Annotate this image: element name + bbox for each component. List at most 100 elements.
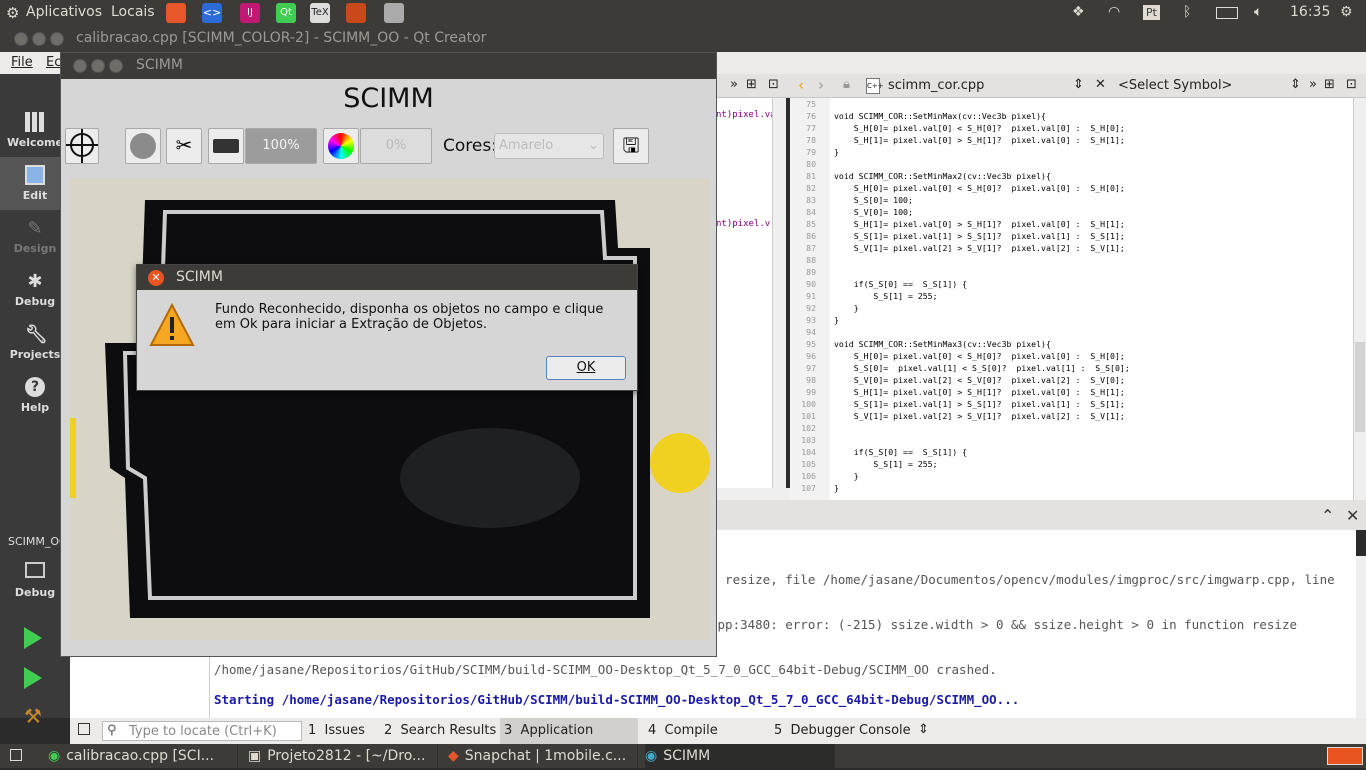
bluetooth-icon[interactable]: ᛒ xyxy=(1183,4,1191,20)
code-snippet: nt)pixel.va xyxy=(716,110,776,120)
combo-arrow-icon[interactable]: ⇕ xyxy=(1290,77,1301,92)
output-scrollbar[interactable] xyxy=(1356,556,1366,718)
document-icon xyxy=(25,165,45,185)
workspace-switcher[interactable] xyxy=(1327,747,1363,765)
circle-icon xyxy=(130,133,156,159)
symbol-combo[interactable]: <Select Symbol> xyxy=(1118,78,1232,93)
tab-debugger-console[interactable]: 5 Debugger Console xyxy=(766,718,916,744)
chevron-right-icon[interactable]: » xyxy=(730,77,738,92)
debug-run-icon[interactable] xyxy=(24,667,42,689)
ubuntu-logo-icon[interactable]: ⚙ xyxy=(6,4,19,22)
menu-file[interactable]: File xyxy=(11,55,33,70)
clock[interactable]: 16:35 xyxy=(1290,4,1330,20)
show-desktop-icon[interactable] xyxy=(10,749,22,761)
task-item-qtcreator[interactable]: ◉ calibracao.cpp [SCI... xyxy=(48,744,238,768)
tab-application-output[interactable]: 3 Application Output xyxy=(500,718,638,764)
forward-icon[interactable]: › xyxy=(818,76,824,94)
back-icon[interactable]: ‹ xyxy=(798,76,804,94)
line-number: 96 xyxy=(806,351,816,361)
line-number: 106 xyxy=(801,471,816,481)
code-line: S_S[1]= pixel.val[1] > S_S[1]? pixel.val… xyxy=(834,231,1125,241)
battery-icon[interactable] xyxy=(1216,7,1238,19)
tools-button[interactable]: ✂ xyxy=(166,128,202,164)
close-split-icon[interactable]: ⊡ xyxy=(768,77,779,92)
close-pane-icon[interactable]: ✕ xyxy=(1346,506,1359,525)
wrench-icon: 🔧︎ xyxy=(25,324,48,345)
scrollbar-thumb[interactable] xyxy=(1355,342,1365,432)
colors-select[interactable]: Amarelo ⌄ xyxy=(494,133,604,159)
maximize-icon[interactable] xyxy=(109,59,123,73)
ok-button[interactable]: OK xyxy=(546,356,626,380)
open-file-combo[interactable]: scimm_cor.cpp xyxy=(888,78,984,93)
line-number: 84 xyxy=(806,207,816,217)
tab-compile-output[interactable]: 4 Compile Output xyxy=(640,718,762,764)
intellij-launcher-icon[interactable]: IJ xyxy=(240,3,260,23)
minimize-icon[interactable] xyxy=(32,32,46,46)
qt-launcher-icon[interactable]: Qt xyxy=(276,3,296,23)
tab-issues[interactable]: 1 Issues xyxy=(308,718,378,744)
run-icon[interactable] xyxy=(24,627,42,649)
grid-icon xyxy=(25,112,45,132)
places-menu[interactable]: Locais xyxy=(111,4,155,20)
close-icon[interactable]: ✕ xyxy=(148,270,164,286)
close-icon[interactable] xyxy=(14,32,28,46)
kit-label[interactable]: SCIMM_OO xyxy=(8,535,68,548)
lock-icon: 🔒︎ xyxy=(843,77,850,92)
line-number: 93 xyxy=(806,315,816,325)
toggle-sidebar-icon[interactable] xyxy=(78,723,90,735)
wifi-icon[interactable]: ◠ xyxy=(1108,4,1120,20)
apps-menu[interactable]: Aplicativos xyxy=(26,4,102,20)
crosshair-icon-line xyxy=(81,129,83,163)
code-line: S_V[0]= 100; xyxy=(834,207,913,217)
close-icon[interactable] xyxy=(73,59,87,73)
code-line: S_H[0]= pixel.val[0] < S_H[0]? pixel.val… xyxy=(834,123,1125,133)
locator-input[interactable]: ⚲ Type to locate (Ctrl+K) xyxy=(102,721,302,741)
line-number: 89 xyxy=(806,267,816,277)
bug-icon: ✱ xyxy=(27,271,43,292)
color-wheel-button[interactable] xyxy=(323,128,359,164)
task-item-scimm[interactable]: ◉ SCIMM xyxy=(645,744,835,768)
field-button[interactable] xyxy=(208,128,244,164)
combo-arrow-icon[interactable]: ⇕ xyxy=(1073,77,1084,92)
code-editor[interactable]: void SCIMM_COR::SetMinMax(cv::Vec3b pixe… xyxy=(830,98,1353,500)
left-split-hscrollbar[interactable] xyxy=(716,488,790,500)
task-item-brave[interactable]: ◆ Snapchat | 1mobile.c... xyxy=(448,744,638,768)
code-line: void SCIMM_COR::SetMinMax3(cv::Vec3b pix… xyxy=(834,339,1051,349)
crosshair-button[interactable] xyxy=(65,128,99,164)
screenshot-launcher-icon[interactable] xyxy=(384,3,404,23)
more-tabs-icon[interactable]: ⇕ xyxy=(918,722,929,737)
save-button[interactable]: 🖫 xyxy=(613,128,649,164)
task-item-projeto[interactable]: ▣ Projeto2812 - [~/Dro... xyxy=(248,744,438,768)
close-split-icon[interactable]: ⊡ xyxy=(1346,77,1357,92)
camera-feed-image[interactable] xyxy=(70,178,710,640)
line-number: 92 xyxy=(806,303,816,313)
close-document-icon[interactable]: ✕ xyxy=(1095,77,1106,92)
volume-icon[interactable]: 🔈︎ xyxy=(1254,4,1262,20)
home-folder-launcher-icon[interactable] xyxy=(346,3,366,23)
left-split-scrollbar[interactable] xyxy=(772,98,786,500)
line-number: 80 xyxy=(806,159,816,169)
dropbox-icon[interactable]: ❖ xyxy=(1072,4,1085,20)
code-line: S_H[1]= pixel.val[0] > S_H[1]? pixel.val… xyxy=(834,387,1125,397)
minimize-icon[interactable] xyxy=(91,59,105,73)
keyboard-layout-indicator[interactable]: Pt xyxy=(1143,5,1160,20)
editor-scrollbar[interactable] xyxy=(1353,98,1366,500)
tex-launcher-icon[interactable]: TeX xyxy=(310,3,330,23)
dialog-titlebar: ✕ SCIMM xyxy=(137,265,637,290)
pencil-icon: ✎ xyxy=(27,218,43,239)
code-editor-launcher-icon[interactable]: <> xyxy=(202,3,222,23)
record-button[interactable] xyxy=(125,128,161,164)
qt-icon: ◉ xyxy=(48,748,61,764)
chevron-up-icon[interactable]: ⌃ xyxy=(1321,506,1334,525)
code-line: S_H[0]= pixel.val[0] < S_H[0]? pixel.val… xyxy=(834,183,1125,193)
chevron-right-icon[interactable]: » xyxy=(1309,77,1317,92)
maximize-icon[interactable] xyxy=(50,32,64,46)
brave-launcher-icon[interactable] xyxy=(166,3,186,23)
message-dialog: ✕ SCIMM Fundo Reconhecido, disponha os o… xyxy=(136,264,638,391)
tab-search-results[interactable]: 2 Search Results xyxy=(378,718,498,744)
build-hammer-icon[interactable]: ⚒ xyxy=(24,704,42,728)
line-number: 76 xyxy=(806,111,816,121)
split-icon[interactable]: ⊞ xyxy=(1324,77,1335,92)
split-icon[interactable]: ⊞ xyxy=(746,77,757,92)
gear-icon[interactable]: ⚙ xyxy=(1340,4,1353,20)
